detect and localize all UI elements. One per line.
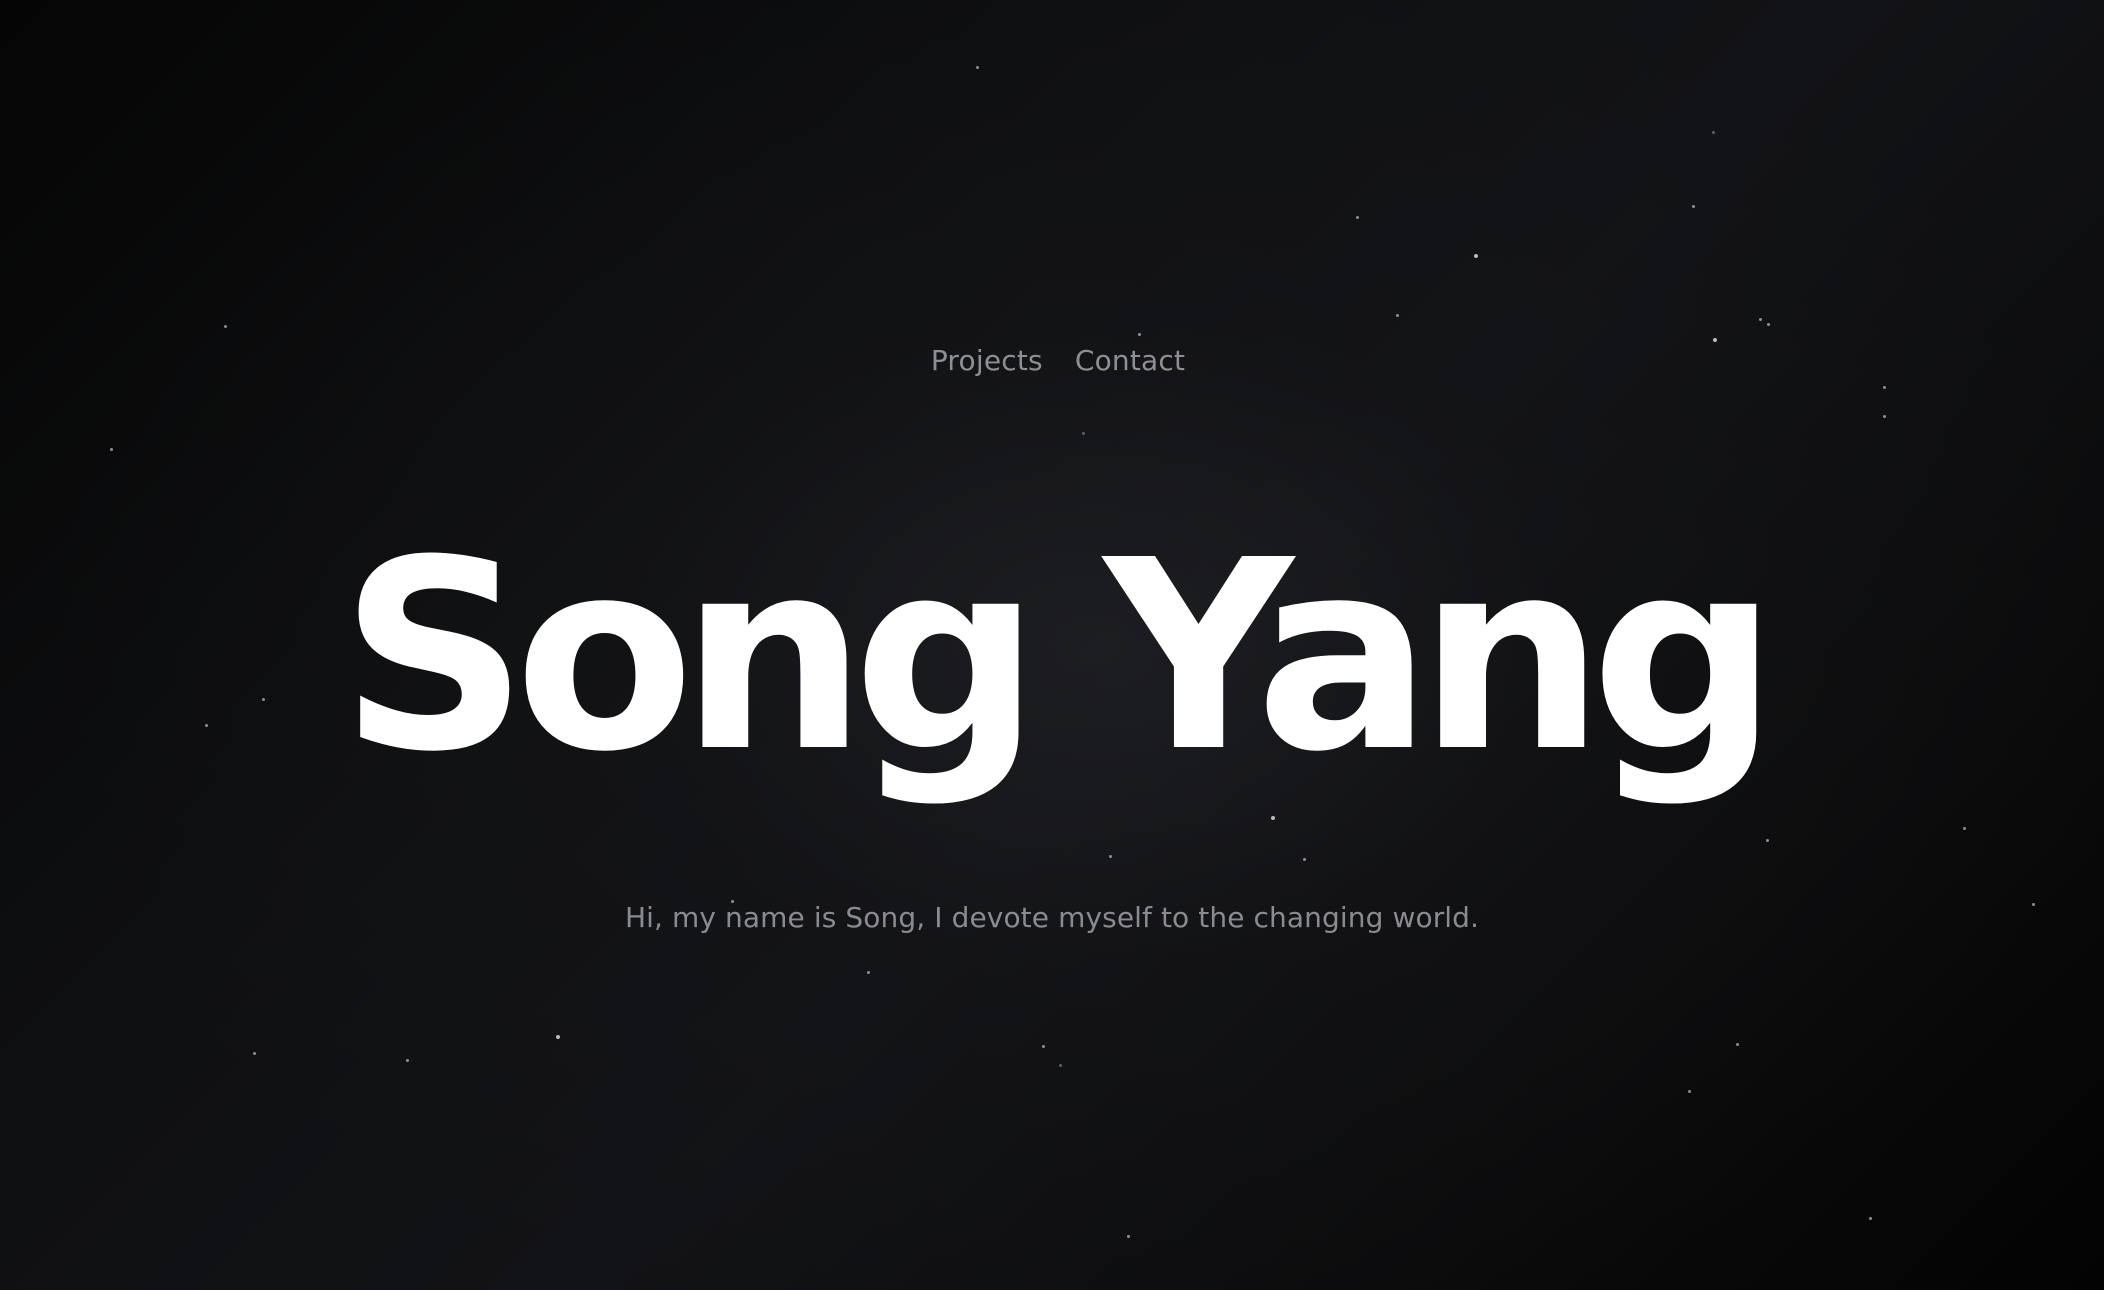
nav-link-contact[interactable]: Contact [1075,344,1185,377]
star [1109,855,1112,858]
star [1396,314,1399,317]
star [1303,858,1306,861]
star [1059,1064,1062,1067]
star [1759,318,1762,321]
star [556,1035,560,1039]
star [1688,1090,1691,1093]
star [253,1052,256,1055]
star [976,66,979,69]
star [1271,816,1275,820]
star [1883,386,1886,389]
star [1082,432,1085,435]
nav-link-projects[interactable]: Projects [931,344,1043,377]
star [1042,1045,1045,1048]
hero-tagline: Hi, my name is Song, I devote myself to … [624,901,1480,934]
star [1736,1043,1739,1046]
star [1963,827,1966,830]
star [1474,254,1478,258]
star [406,1059,409,1062]
top-nav: Projects Contact [0,344,2104,377]
star [1713,338,1717,342]
star [1869,1217,1872,1220]
star [1712,131,1715,134]
star [1356,216,1359,219]
star [110,448,113,451]
star [1138,333,1141,336]
hero-title: Song Yang [0,526,2104,788]
star [1767,323,1770,326]
star [867,971,870,974]
star [1127,1235,1130,1238]
star [1692,205,1695,208]
hero-title-text: Song Yang [339,504,1779,809]
star [224,325,227,328]
star [1883,415,1886,418]
star [1766,839,1769,842]
